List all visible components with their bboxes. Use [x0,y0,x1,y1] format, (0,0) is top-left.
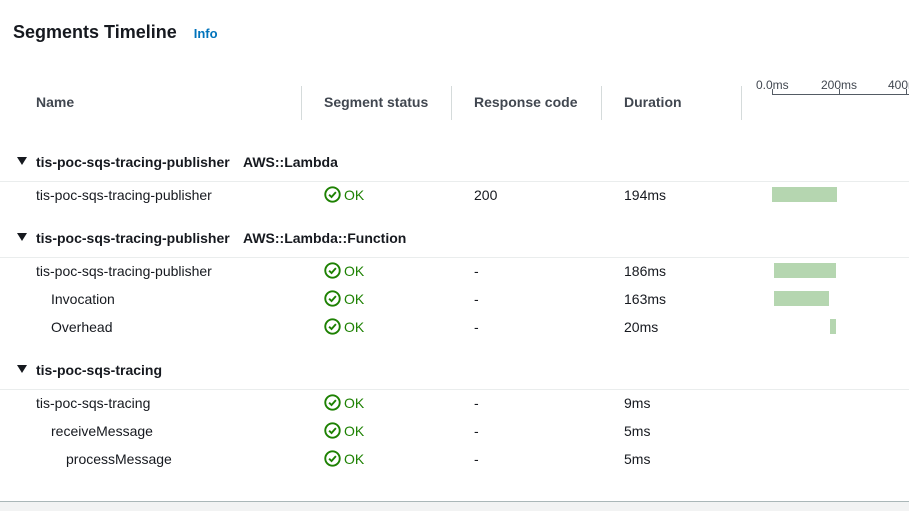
response-code: - [474,451,479,467]
segment-row[interactable]: Invocation OK - 163ms [0,288,909,312]
status-text: OK [344,422,365,439]
segments-timeline-header: Segments Timeline Info [13,22,218,43]
duration: 5ms [624,423,651,439]
status-text: OK [344,290,365,307]
column-divider[interactable] [601,86,602,120]
segment-row[interactable]: tis-poc-sqs-tracing-publisher OK - 186ms [0,260,909,284]
check-circle-icon [324,318,341,335]
check-circle-icon [324,186,341,203]
divider [0,181,909,182]
status-text: OK [344,394,365,411]
segment-group[interactable]: tis-poc-sqs-tracing [0,356,909,390]
segment-name: receiveMessage [51,423,153,439]
check-circle-icon [324,290,341,307]
group-name: tis-poc-sqs-tracing-publisher [36,154,230,170]
segment-group[interactable]: tis-poc-sqs-tracing-publisher AWS::Lambd… [0,224,909,258]
caret-down-icon[interactable] [17,365,27,373]
segment-row[interactable]: tis-poc-sqs-tracing-publisher OK 200 194… [0,184,909,208]
status-badge: OK [324,422,364,439]
response-code: - [474,395,479,411]
check-circle-icon [324,262,341,279]
duration: 9ms [624,395,651,411]
segment-name: tis-poc-sqs-tracing-publisher [36,187,212,203]
info-link[interactable]: Info [194,26,218,41]
response-code: - [474,291,479,307]
segment-name: Invocation [51,291,115,307]
group-name: tis-poc-sqs-tracing [36,362,163,378]
page-title: Segments Timeline [13,22,177,42]
response-code: 200 [474,187,498,203]
panel-footer [0,502,909,511]
check-circle-icon [324,394,341,411]
segment-name: tis-poc-sqs-tracing [36,395,151,411]
response-code: - [474,423,479,439]
segment-row[interactable]: tis-poc-sqs-tracing OK - 9ms [0,392,909,416]
axis-tick [839,89,840,95]
caret-down-icon[interactable] [17,233,27,241]
duration: 20ms [624,319,659,335]
segment-name: processMessage [66,451,172,467]
axis-line [772,94,909,95]
timeline-axis: 0.0ms 200ms 400ms [756,78,909,108]
timeline-bar[interactable] [772,187,837,202]
response-code: - [474,263,479,279]
status-text: OK [344,450,365,467]
group-type: AWS::Lambda::Function [243,230,407,246]
check-circle-icon [324,422,341,439]
segment-row[interactable]: processMessage OK - 5ms [0,448,909,472]
duration: 186ms [624,263,667,279]
group-name: tis-poc-sqs-tracing-publisher [36,230,230,246]
status-badge: OK [324,290,364,307]
segment-name: tis-poc-sqs-tracing-publisher [36,263,212,279]
status-text: OK [344,186,365,203]
segment-name: Overhead [51,319,113,335]
timeline-bar[interactable] [829,319,837,334]
column-divider[interactable] [301,86,302,120]
duration: 194ms [624,187,667,203]
caret-down-icon[interactable] [17,157,27,165]
status-badge: OK [324,450,364,467]
axis-tick [772,89,773,95]
duration: 163ms [624,291,667,307]
column-header-name[interactable]: Name [36,94,74,110]
status-badge: OK [324,262,364,279]
segment-group[interactable]: tis-poc-sqs-tracing-publisher AWS::Lambd… [0,148,909,182]
status-badge: OK [324,318,364,335]
status-badge: OK [324,186,364,203]
timeline-bar[interactable] [774,291,829,306]
check-circle-icon [324,450,341,467]
status-badge: OK [324,394,364,411]
column-divider[interactable] [741,86,742,120]
divider [0,389,909,390]
timeline-bar[interactable] [774,263,837,278]
column-header-response-code[interactable]: Response code [474,94,577,110]
response-code: - [474,319,479,335]
column-header-duration[interactable]: Duration [624,94,682,110]
duration: 5ms [624,451,651,467]
axis-tick [906,89,907,95]
column-header-status[interactable]: Segment status [324,94,428,110]
divider [0,257,909,258]
segment-row[interactable]: receiveMessage OK - 5ms [0,420,909,444]
status-text: OK [344,262,365,279]
segment-row[interactable]: Overhead OK - 20ms [0,316,909,340]
group-type: AWS::Lambda [243,154,338,170]
status-text: OK [344,318,365,335]
column-divider[interactable] [451,86,452,120]
